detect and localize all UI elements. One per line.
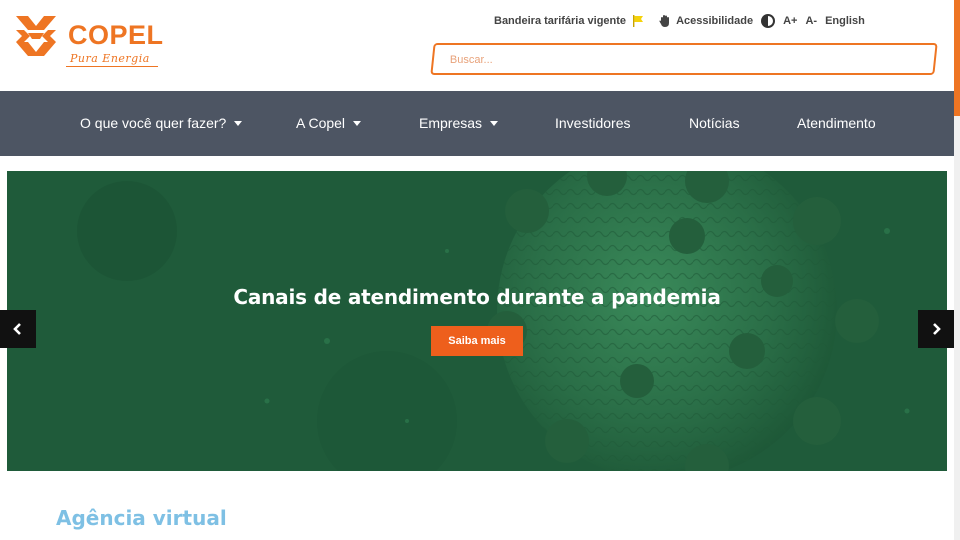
- nav-item-atendimento[interactable]: Atendimento: [797, 115, 876, 131]
- copel-logo[interactable]: COPEL Pura Energia: [14, 14, 164, 72]
- bandeira-tarifaria-link[interactable]: Bandeira tarifária vigente: [494, 15, 650, 27]
- nav-item-label: Atendimento: [797, 115, 876, 131]
- agencia-virtual-heading: Agência virtual: [56, 506, 227, 530]
- scrollbar-track[interactable]: [954, 116, 960, 540]
- bandeira-label: Bandeira tarifária vigente: [494, 15, 627, 27]
- nav-item-empresas[interactable]: Empresas: [419, 115, 499, 131]
- saiba-mais-button[interactable]: Saiba mais: [431, 326, 523, 356]
- logo-name: COPEL: [68, 20, 164, 50]
- nav-item-label: Empresas: [419, 115, 483, 131]
- nav-item-label: Investidores: [555, 115, 631, 131]
- nav-item-label: Notícias: [689, 115, 740, 131]
- site-header: COPEL Pura Energia Bandeira tarifária vi…: [0, 0, 954, 91]
- search-input[interactable]: [449, 51, 910, 69]
- font-increase-button[interactable]: A+: [783, 15, 797, 27]
- logo-tagline: Pura Energia: [70, 52, 150, 65]
- nav-item-label: A Copel: [296, 115, 346, 131]
- copel-logo-mark-icon: [16, 16, 56, 56]
- font-decrease-button[interactable]: A-: [805, 15, 817, 27]
- hand-icon: [659, 15, 670, 27]
- nav-item-noticias[interactable]: Notícias: [689, 115, 740, 131]
- scrollbar-thumb[interactable]: [954, 0, 960, 116]
- nav-item-investidores[interactable]: Investidores: [555, 115, 630, 131]
- virus-background-image: [7, 171, 947, 471]
- contrast-icon[interactable]: [761, 14, 776, 28]
- language-english-link[interactable]: English: [825, 15, 865, 27]
- hero-carousel: Canais de atendimento durante a pandemia…: [7, 171, 947, 471]
- nav-item-label: O que você quer fazer?: [80, 115, 227, 131]
- search-box: [430, 43, 938, 75]
- hero-title: Canais de atendimento durante a pandemia: [233, 285, 721, 309]
- caret-down-icon: [490, 120, 499, 126]
- nav-item-o-que-voce-quer-fazer[interactable]: O que você quer fazer?: [80, 115, 243, 131]
- main-nav: O que você quer fazer? A Copel Empresas …: [0, 91, 954, 156]
- carousel-next-button[interactable]: [918, 310, 954, 348]
- acessibilidade-label: Acessibilidade: [676, 15, 754, 27]
- nav-item-a-copel[interactable]: A Copel: [296, 115, 362, 131]
- caret-down-icon: [234, 120, 243, 126]
- caret-down-icon: [353, 120, 362, 126]
- utility-bar: Bandeira tarifária vigente Acessibilidad…: [494, 12, 873, 30]
- chevron-right-icon: [933, 323, 941, 335]
- carousel-prev-button[interactable]: [0, 310, 36, 348]
- logo-tagline-underline: [66, 66, 158, 67]
- chevron-left-icon: [13, 323, 21, 335]
- acessibilidade-link[interactable]: Acessibilidade: [658, 14, 753, 28]
- flag-icon: [633, 15, 644, 27]
